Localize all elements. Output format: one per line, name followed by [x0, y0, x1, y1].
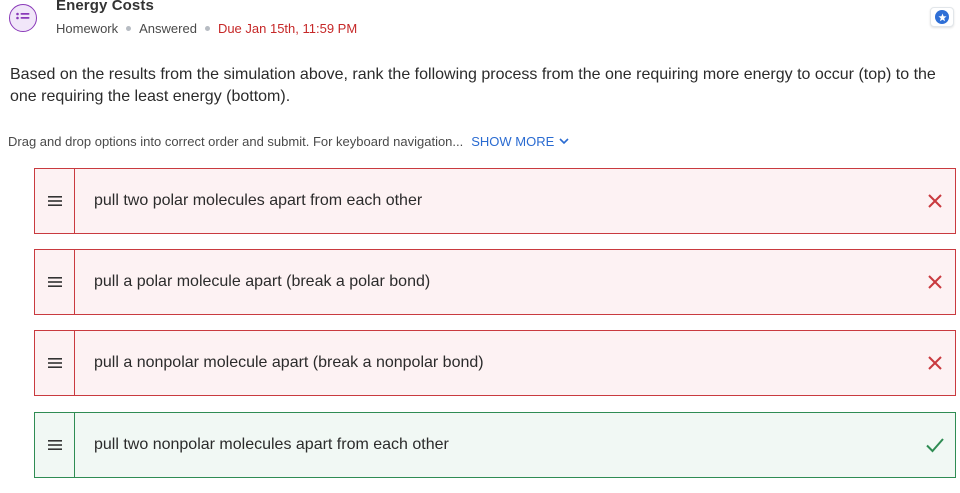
- show-more-link[interactable]: SHOW MORE: [471, 134, 569, 149]
- drag-handle-icon: [47, 277, 62, 287]
- x-icon: [925, 191, 945, 211]
- drag-handle[interactable]: [35, 413, 75, 477]
- drag-handle-icon: [47, 196, 62, 206]
- assignment-meta: Homework Answered Due Jan 15th, 11:59 PM: [56, 21, 357, 36]
- due-date: Due Jan 15th, 11:59 PM: [217, 21, 358, 36]
- option-label: pull two nonpolar molecules apart from e…: [94, 436, 449, 453]
- ranking-option[interactable]: pull two nonpolar molecules apart from e…: [34, 412, 956, 478]
- favorite-button[interactable]: [930, 7, 954, 27]
- chevron-down-icon: [559, 138, 569, 145]
- page: Energy Costs Homework Answered Due Jan 1…: [0, 0, 960, 493]
- page-title: Energy Costs: [56, 0, 154, 14]
- check-icon: [925, 435, 945, 455]
- ranking-option[interactable]: pull two polar molecules apart from each…: [34, 168, 956, 234]
- option-label: pull a nonpolar molecule apart (break a …: [94, 354, 484, 371]
- question-text: Based on the results from the simulation…: [10, 66, 936, 105]
- drag-handle[interactable]: [35, 169, 75, 233]
- assignment-status: Answered: [139, 21, 197, 36]
- star-badge-icon: [935, 10, 949, 24]
- list-chat-icon: [9, 4, 37, 32]
- drag-handle-icon: [47, 358, 62, 368]
- assignment-type: Homework: [56, 21, 119, 36]
- x-icon: [925, 353, 945, 373]
- option-label: pull two polar molecules apart from each…: [94, 192, 423, 209]
- x-icon: [925, 272, 945, 292]
- ranking-option[interactable]: pull a nonpolar molecule apart (break a …: [34, 330, 956, 396]
- option-label: pull a polar molecule apart (break a pol…: [94, 273, 431, 290]
- instructions: Drag and drop options into correct order…: [8, 134, 569, 149]
- separator-dot: [204, 26, 210, 31]
- ranking-option[interactable]: pull a polar molecule apart (break a pol…: [34, 249, 956, 315]
- show-more-label: SHOW MORE: [471, 134, 555, 149]
- separator-dot: [126, 26, 132, 31]
- drag-handle[interactable]: [35, 331, 75, 395]
- instructions-text: Drag and drop options into correct order…: [8, 134, 464, 149]
- drag-handle-icon: [47, 440, 62, 450]
- drag-handle[interactable]: [35, 250, 75, 314]
